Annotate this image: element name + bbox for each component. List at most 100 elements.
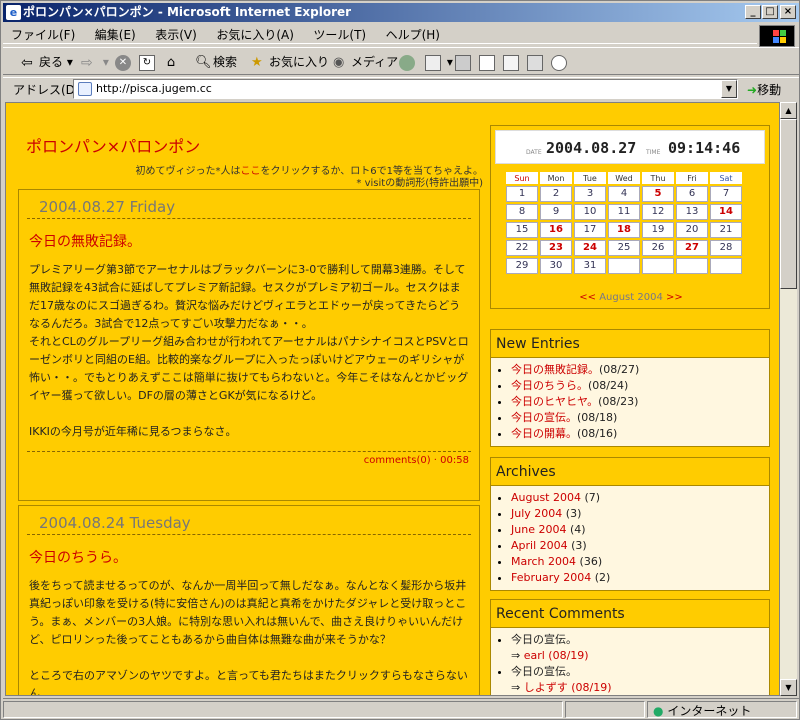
calendar-day: 7 xyxy=(710,186,742,202)
entry-date: (08/16) xyxy=(577,427,618,440)
calendar-day: 21 xyxy=(710,222,742,238)
messenger-button[interactable] xyxy=(551,52,569,72)
calendar-day xyxy=(608,258,640,274)
archive-count: (7) xyxy=(584,491,601,504)
menu-tools[interactable]: ツール(T) xyxy=(305,23,374,46)
comment-author-link[interactable]: earl (08/19) xyxy=(524,649,589,662)
media-button[interactable]: ◉ メディア xyxy=(333,52,398,72)
here-link[interactable]: ここ xyxy=(240,166,260,177)
new-entry-link[interactable]: 今日の開幕。 xyxy=(511,427,577,440)
new-entries-heading: New Entries xyxy=(491,330,769,358)
menu-view[interactable]: 表示(V) xyxy=(147,23,205,46)
scroll-down-button[interactable]: ▼ xyxy=(780,679,797,696)
stop-button[interactable]: ✕ xyxy=(115,52,133,72)
calendar-day: 19 xyxy=(642,222,674,238)
menu-edit[interactable]: 編集(E) xyxy=(87,23,144,46)
recent-comments-heading: Recent Comments xyxy=(491,600,769,628)
calendar-day[interactable]: 18 xyxy=(608,222,640,238)
window-title: ポロンパン×パロンポン - Microsoft Internet Explore… xyxy=(23,5,352,19)
calendar-day: 8 xyxy=(506,204,538,220)
new-entry-link[interactable]: 今日の無敗記録。 xyxy=(511,363,599,376)
new-entry-link[interactable]: 今日のヒヤヒヤ。 xyxy=(511,395,598,408)
archive-link[interactable]: July 2004 xyxy=(511,507,562,520)
calendar-day[interactable]: 16 xyxy=(540,222,572,238)
calendar-day[interactable]: 24 xyxy=(574,240,606,256)
windows-logo-icon xyxy=(759,25,795,47)
refresh-icon: ↻ xyxy=(139,54,155,71)
entry-date: (08/23) xyxy=(598,395,639,408)
weekday-header: Wed xyxy=(608,172,640,184)
menu-favorites[interactable]: お気に入り(A) xyxy=(208,23,302,46)
list-item: 今日のちうら。(08/24) xyxy=(511,378,765,394)
scroll-thumb[interactable] xyxy=(780,119,797,289)
comments-link[interactable]: comments(0) xyxy=(364,455,431,466)
globe-icon: ● xyxy=(653,704,664,718)
print-button[interactable] xyxy=(455,52,473,72)
weekday-header: Sun xyxy=(506,172,538,184)
calendar-day: 4 xyxy=(608,186,640,202)
go-button[interactable]: ➜移動 xyxy=(747,81,781,98)
mail-button[interactable]: ▾ xyxy=(425,52,453,72)
research-button[interactable] xyxy=(527,52,545,72)
entry-title[interactable]: 今日のちうら。 xyxy=(19,535,479,577)
calendar-day xyxy=(710,258,742,274)
minimize-button[interactable]: _ xyxy=(745,5,761,19)
weekday-header: Sat xyxy=(710,172,742,184)
favorites-icon: ★ xyxy=(251,54,263,70)
list-item: 今日の宣伝。 ⇒ しよずす (08/19) xyxy=(511,664,765,695)
menu-help[interactable]: ヘルプ(H) xyxy=(378,23,448,46)
new-entry-link[interactable]: 今日のちうら。 xyxy=(511,379,588,392)
prev-month-link[interactable]: << xyxy=(579,292,596,303)
comment-entry: 今日の宣伝。 xyxy=(511,633,577,646)
archive-count: (4) xyxy=(569,523,586,536)
next-month-link[interactable]: >> xyxy=(666,292,683,303)
calendar-day[interactable]: 14 xyxy=(710,204,742,220)
entry-1: 2004.08.27 Friday 今日の無敗記録。 プレミアリーグ第3節でアー… xyxy=(18,189,480,501)
archive-link[interactable]: February 2004 xyxy=(511,571,591,584)
calendar-day: 6 xyxy=(676,186,708,202)
back-button[interactable]: ⇦ 戻る ▾ xyxy=(21,52,73,72)
weekday-header: Tue xyxy=(574,172,606,184)
calendar-day: 22 xyxy=(506,240,538,256)
calendar-day[interactable]: 27 xyxy=(676,240,708,256)
entry-time[interactable]: 00:58 xyxy=(440,455,469,466)
list-item: April 2004 (3) xyxy=(511,538,765,554)
internet-zone: ● インターネット xyxy=(653,704,752,718)
calendar-day: 28 xyxy=(710,240,742,256)
maximize-button[interactable]: □ xyxy=(762,5,778,19)
archive-link[interactable]: April 2004 xyxy=(511,539,568,552)
edit-button[interactable] xyxy=(479,52,497,72)
address-dropdown-button[interactable]: ▼ xyxy=(721,80,737,98)
calendar-day: 10 xyxy=(574,204,606,220)
archive-link[interactable]: June 2004 xyxy=(511,523,566,536)
history-button[interactable] xyxy=(399,52,417,72)
menu-file[interactable]: ファイル(F) xyxy=(3,23,83,46)
vertical-scrollbar[interactable]: ▲ ▼ xyxy=(780,102,797,696)
home-button[interactable]: ⌂ xyxy=(163,52,181,72)
new-entry-link[interactable]: 今日の宣伝。 xyxy=(511,411,577,424)
favorites-button[interactable]: ★ お気に入り xyxy=(251,52,329,72)
archive-count: (3) xyxy=(565,507,582,520)
archive-link[interactable]: August 2004 xyxy=(511,491,581,504)
go-arrow-icon: ➜ xyxy=(747,83,758,97)
calendar-day[interactable]: 5 xyxy=(642,186,674,202)
comment-author-link[interactable]: しよずす (08/19) xyxy=(524,681,612,694)
entry-title[interactable]: 今日の無敗記録。 xyxy=(19,219,479,261)
refresh-button[interactable]: ↻ xyxy=(139,52,157,72)
status-text xyxy=(3,701,563,718)
search-button[interactable]: 🔍︎検索 xyxy=(195,52,237,72)
stop-icon: ✕ xyxy=(115,54,131,71)
calendar-day: 3 xyxy=(574,186,606,202)
forward-button[interactable]: ⇨ ▾ xyxy=(81,52,109,72)
calendar-day: 15 xyxy=(506,222,538,238)
discuss-button[interactable] xyxy=(503,52,521,72)
close-button[interactable]: × xyxy=(780,5,796,19)
calendar-day[interactable]: 23 xyxy=(540,240,572,256)
scroll-up-button[interactable]: ▲ xyxy=(780,102,797,119)
list-item: 今日の宣伝。(08/18) xyxy=(511,410,765,426)
calendar-day: 1 xyxy=(506,186,538,202)
archive-link[interactable]: March 2004 xyxy=(511,555,576,568)
address-input[interactable]: http://pisca.jugem.cc ▼ xyxy=(73,79,738,99)
search-icon: 🔍︎ xyxy=(195,54,212,70)
blog-title[interactable]: ポロンパン×パロンポン xyxy=(26,133,200,157)
